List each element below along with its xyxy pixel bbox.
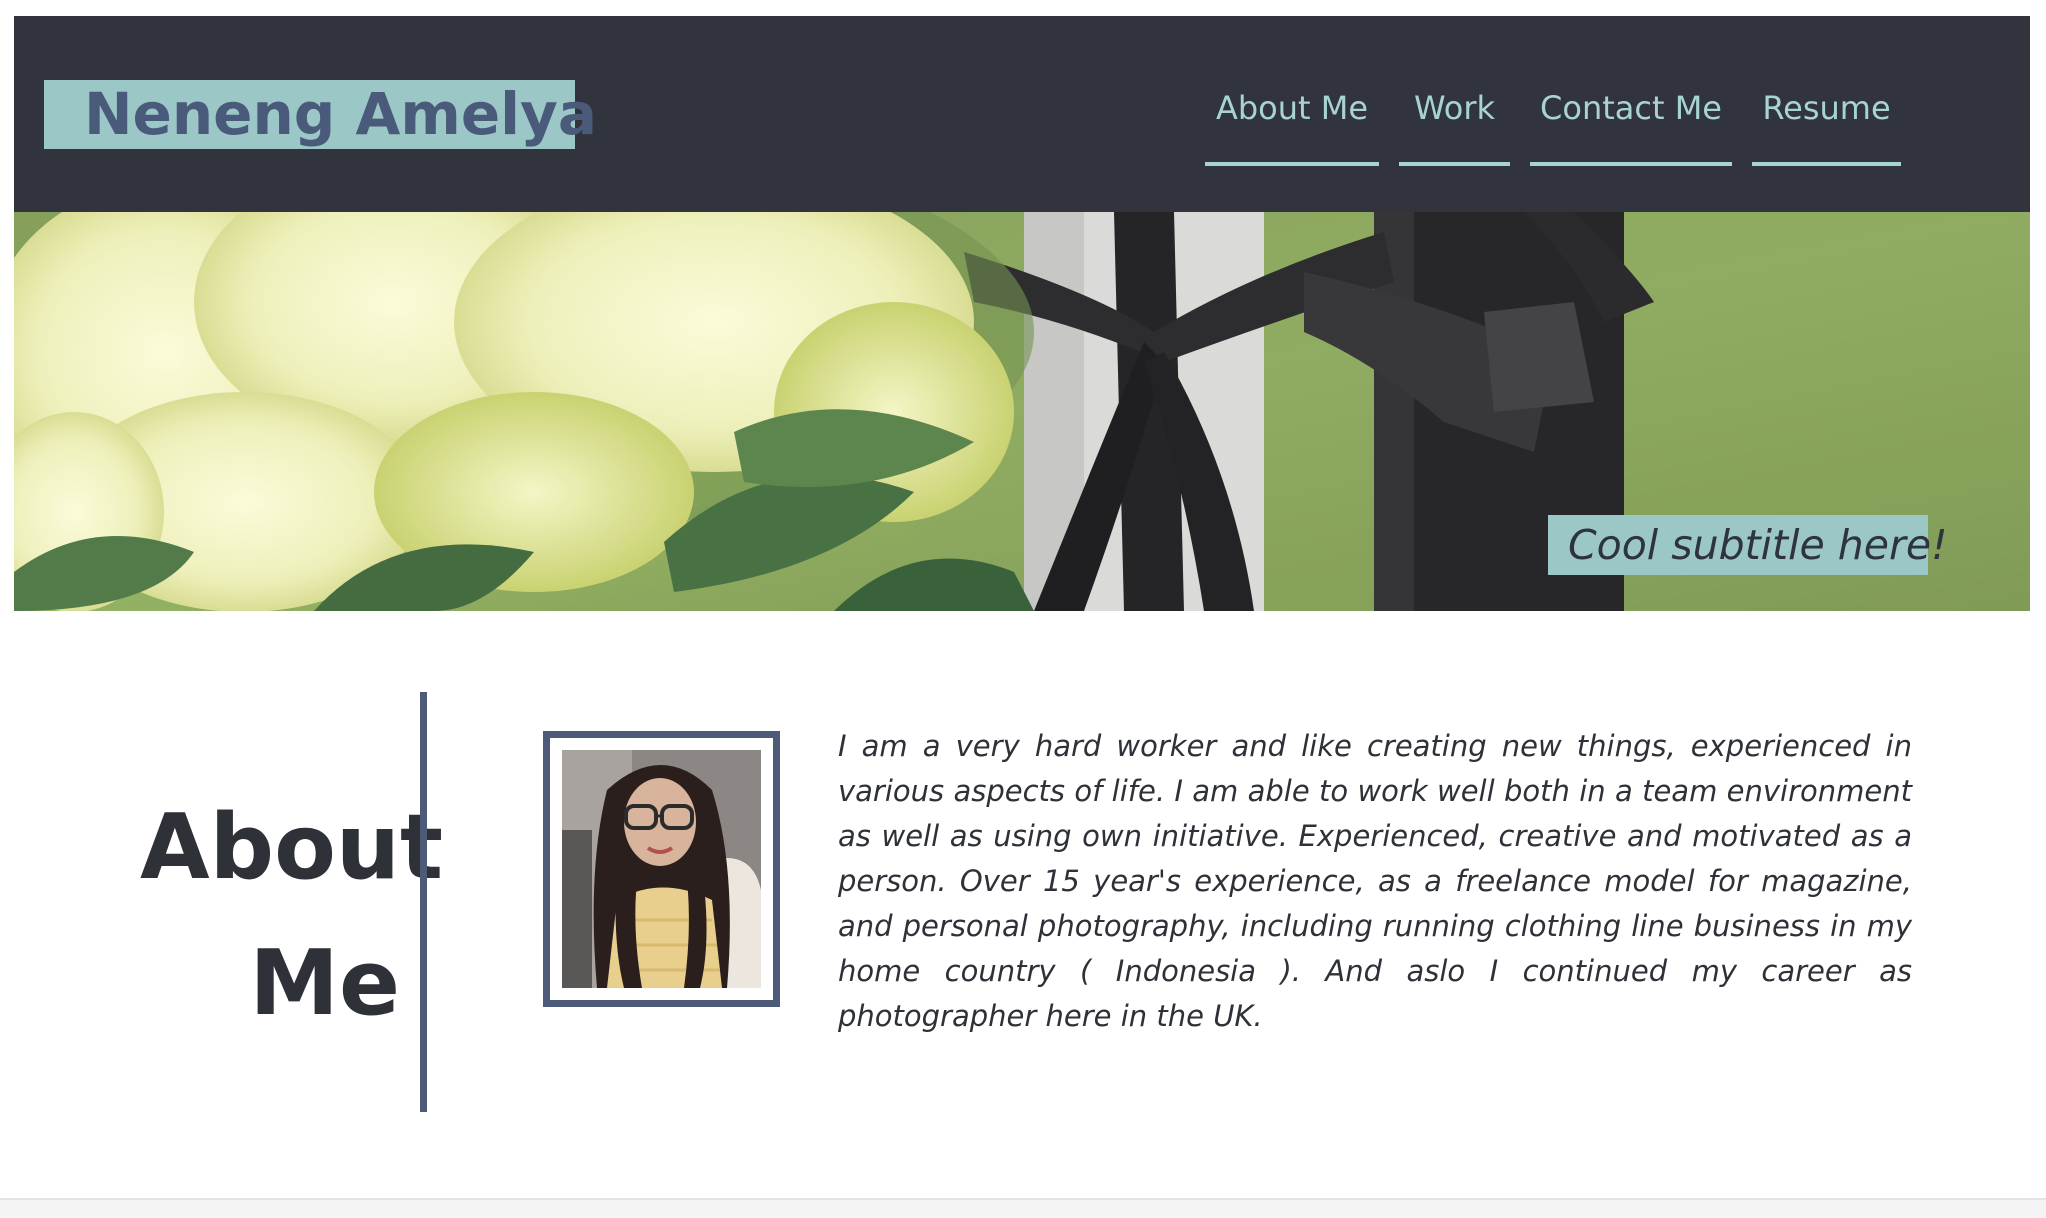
nav-contact-me[interactable]: Contact Me: [1530, 86, 1732, 166]
bottom-edge: [0, 1198, 2046, 1218]
nav-resume[interactable]: Resume: [1752, 86, 1901, 166]
subtitle-badge: Cool subtitle here!: [1548, 515, 1948, 575]
logo-text[interactable]: Neneng Amelya: [84, 82, 597, 146]
page: Neneng Amelya About Me Work Contact Me R…: [0, 0, 2046, 1218]
nav-about-me[interactable]: About Me: [1205, 86, 1379, 166]
logo-box[interactable]: Neneng Amelya: [44, 80, 597, 149]
profile-photo-frame: [543, 731, 780, 1007]
about-bio: I am a very hard worker and like creatin…: [838, 729, 1912, 1033]
hero-subtitle: Cool subtitle here!: [1568, 521, 1948, 569]
profile-photo-icon: [562, 750, 761, 988]
site-header: Neneng Amelya About Me Work Contact Me R…: [14, 16, 2030, 212]
hero-banner: Cool subtitle here!: [14, 212, 2030, 611]
about-heading: About Me: [140, 795, 444, 1036]
nav-work[interactable]: Work: [1399, 86, 1510, 166]
section-divider: [420, 692, 427, 1112]
